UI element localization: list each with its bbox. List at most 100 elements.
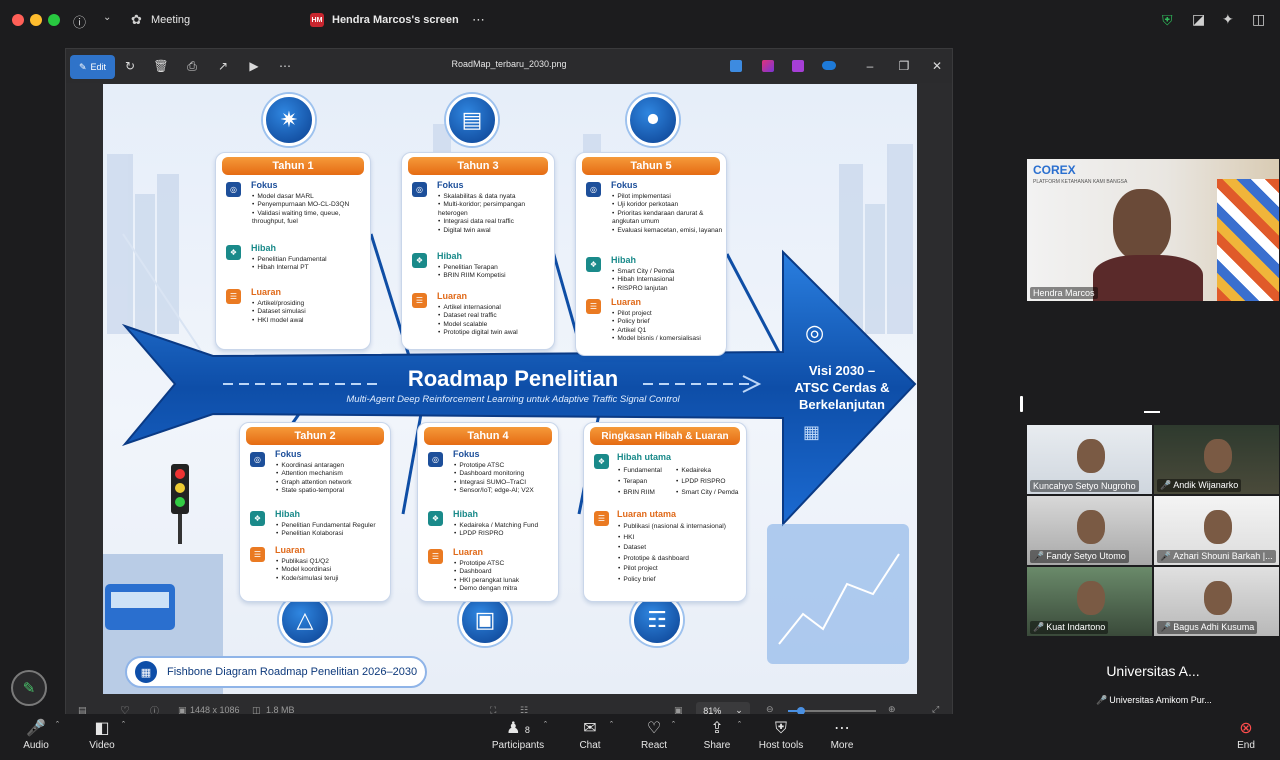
list-item: Model koordinasi <box>276 566 390 574</box>
participant-name: Kuncahyo Setyo Nugroho <box>1030 480 1139 492</box>
designer-app-icon[interactable] <box>730 60 742 72</box>
minimize-icon[interactable]: – <box>858 55 882 77</box>
document-icon: ☰ <box>594 511 609 526</box>
minimize-window-button[interactable] <box>30 14 42 26</box>
list-item: Dashboard monitoring <box>454 470 558 478</box>
participants-label: Participants <box>491 740 545 751</box>
end-button[interactable]: ⊗ End <box>1216 718 1276 751</box>
list-item: State spatio-temporal <box>276 487 390 495</box>
participant-video-tile[interactable]: 🎤 Bagus Adhi Kusuma <box>1154 567 1279 636</box>
chat-options-caret[interactable]: ˆ <box>610 720 613 730</box>
calendar-icon: ▦ <box>135 661 157 683</box>
summary-hibah-col1: FundamentalTerapanBRIN RIIM <box>618 465 680 498</box>
list-item: Penyempurnaan MO-CL-D3QN <box>252 201 368 209</box>
list-item: Integrasi data real traffic <box>438 218 552 226</box>
video-options-caret[interactable]: ˆ <box>122 720 125 730</box>
list-item: RISPRO lanjutan <box>612 285 724 293</box>
audio-options-caret[interactable]: ˆ <box>56 720 59 730</box>
resize-handle[interactable] <box>1144 411 1160 413</box>
year5-luaran-title: Luaran <box>611 297 642 307</box>
summary-hibah-col2: KedairekaLPDP RISPROSmart City / Pemda <box>676 465 746 498</box>
year3-title: Tahun 3 <box>408 157 548 175</box>
shield-check-icon[interactable]: ⛨ <box>1162 12 1173 29</box>
target-icon: ◎ <box>428 452 443 467</box>
companion-icon[interactable]: ◪ <box>1192 11 1205 28</box>
restore-icon[interactable]: ❐ <box>892 55 916 77</box>
list-item: Terapan <box>618 476 680 487</box>
list-item: Attention mechanism <box>276 470 390 478</box>
list-item: Dataset simulasi <box>252 308 368 316</box>
maximize-window-button[interactable] <box>48 14 60 26</box>
react-button[interactable]: ♡ React <box>624 718 684 751</box>
participant-video-tile[interactable]: 🎤 Kuat Indartono <box>1027 567 1152 636</box>
participant-face <box>1204 439 1232 473</box>
year1-hibah-list: Penelitian FundamentalHibah Internal PT <box>252 256 368 273</box>
year4-hibah-list: Kedaireka / Matching FundLPDP RISPRO <box>454 522 558 539</box>
chat-label: Chat <box>579 740 601 751</box>
react-options-caret[interactable]: ˆ <box>672 720 675 730</box>
list-item: Uji koridor perkotaan <box>612 201 724 209</box>
participant-name: 🎤 Fandy Setyo Utomo <box>1030 550 1129 563</box>
city-road-icon: ▤ <box>446 94 498 146</box>
document-icon: ☰ <box>428 549 443 564</box>
chevron-down-icon[interactable]: ⌄ <box>103 12 111 23</box>
clipchamp-app-icon[interactable] <box>762 60 774 72</box>
list-item: Prototipe ATSC <box>454 462 558 470</box>
participant-face <box>1077 510 1105 544</box>
more-button[interactable]: ⋯ More <box>812 718 872 751</box>
year3-card: Tahun 3 ◎ Fokus Skalabilitas & data nyat… <box>401 152 555 350</box>
corex-logo-text: COREX <box>1033 163 1076 177</box>
share-options-caret[interactable]: ˆ <box>738 720 741 730</box>
participant-video-tile[interactable]: 🎤 Azhari Shouni Barkah |... <box>1154 496 1279 565</box>
list-item: Model scalable <box>438 321 552 329</box>
participant-name: 🎤 Azhari Shouni Barkah |... <box>1157 550 1276 563</box>
participants-options-caret[interactable]: ˆ <box>544 720 547 730</box>
document-icon: ☰ <box>412 293 427 308</box>
participant-video-tile[interactable]: 🎤 Fandy Setyo Utomo <box>1027 496 1152 565</box>
year1-card: Tahun 1 ◎ Fokus Model dasar MARLPenyempu… <box>215 152 371 350</box>
drag-handle[interactable] <box>1020 396 1023 412</box>
list-item: Hibah Internasional <box>612 276 724 284</box>
list-item: Pilot project <box>612 310 724 318</box>
year3-hibah-title: Hibah <box>437 251 463 261</box>
year3-fokus-title: Fokus <box>437 180 464 190</box>
document-icon: ☰ <box>586 299 601 314</box>
year4-fokus-list: Prototipe ATSCDashboard monitoringIntegr… <box>454 462 558 496</box>
list-item: Prioritas kendaraan darurat & angkutan u… <box>612 210 724 227</box>
speaker-video-tile[interactable]: COREX PLATFORM KETAHANAN KAMI BANGSA Hen… <box>1027 159 1279 301</box>
host-tools-button[interactable]: ⛨ Host tools <box>751 718 811 751</box>
year5-hibah-list: Smart City / PemdaHibah InternasionalRIS… <box>612 268 724 293</box>
participants-button[interactable]: ♟ 8 Participants <box>488 718 548 751</box>
list-item: Dashboard <box>454 568 558 576</box>
close-icon[interactable]: ✕ <box>925 55 949 77</box>
muted-icon: 🎤 <box>1160 480 1172 490</box>
list-item: Validasi waiting time, queue, throughput… <box>252 210 368 227</box>
year2-luaran-title: Luaran <box>275 545 306 555</box>
footer-pill: ▦ Fishbone Diagram Roadmap Penelitian 20… <box>125 656 427 688</box>
shared-screen-tab[interactable]: HM Hendra Marcos's screen <box>310 8 490 32</box>
muted-icon: 🎤 <box>1096 695 1108 705</box>
participant-text-tile[interactable]: Universitas A... 🎤 Universitas Amikom Pur… <box>1090 641 1216 709</box>
traffic-light-icon: ⚫ <box>627 94 679 146</box>
meeting-label: Meeting <box>151 14 191 26</box>
layout-icon[interactable]: ◫ <box>1252 11 1265 28</box>
presenter-avatar: HM <box>310 13 324 27</box>
more-options-icon[interactable]: ⋯ <box>472 12 485 28</box>
participant-video-tile[interactable]: Kuncahyo Setyo Nugroho <box>1027 425 1152 494</box>
shield-icon: ⛨ <box>774 720 787 737</box>
muted-icon: 🎤 <box>1160 622 1172 632</box>
info-icon[interactable]: ⓘ <box>73 12 86 31</box>
sparkle-icon[interactable]: ✦ <box>1222 11 1234 28</box>
photos-app-icon[interactable] <box>792 60 804 72</box>
year1-title: Tahun 1 <box>222 157 364 175</box>
list-item: Artikel Q1 <box>612 327 724 335</box>
year3-luaran-list: Artikel internasionalDataset real traffi… <box>438 304 552 338</box>
speaker-name: Hendra Marcos <box>1030 287 1098 299</box>
onedrive-icon[interactable] <box>822 61 836 70</box>
annotate-pen-icon[interactable]: ✎ <box>11 670 47 706</box>
close-window-button[interactable] <box>12 14 24 26</box>
participant-video-tile[interactable]: 🎤 Andik Wijanarko <box>1154 425 1279 494</box>
list-item: Prototipe & dashboard <box>618 554 746 565</box>
gift-icon: ❖ <box>412 253 427 268</box>
list-item: Dataset <box>618 543 746 554</box>
